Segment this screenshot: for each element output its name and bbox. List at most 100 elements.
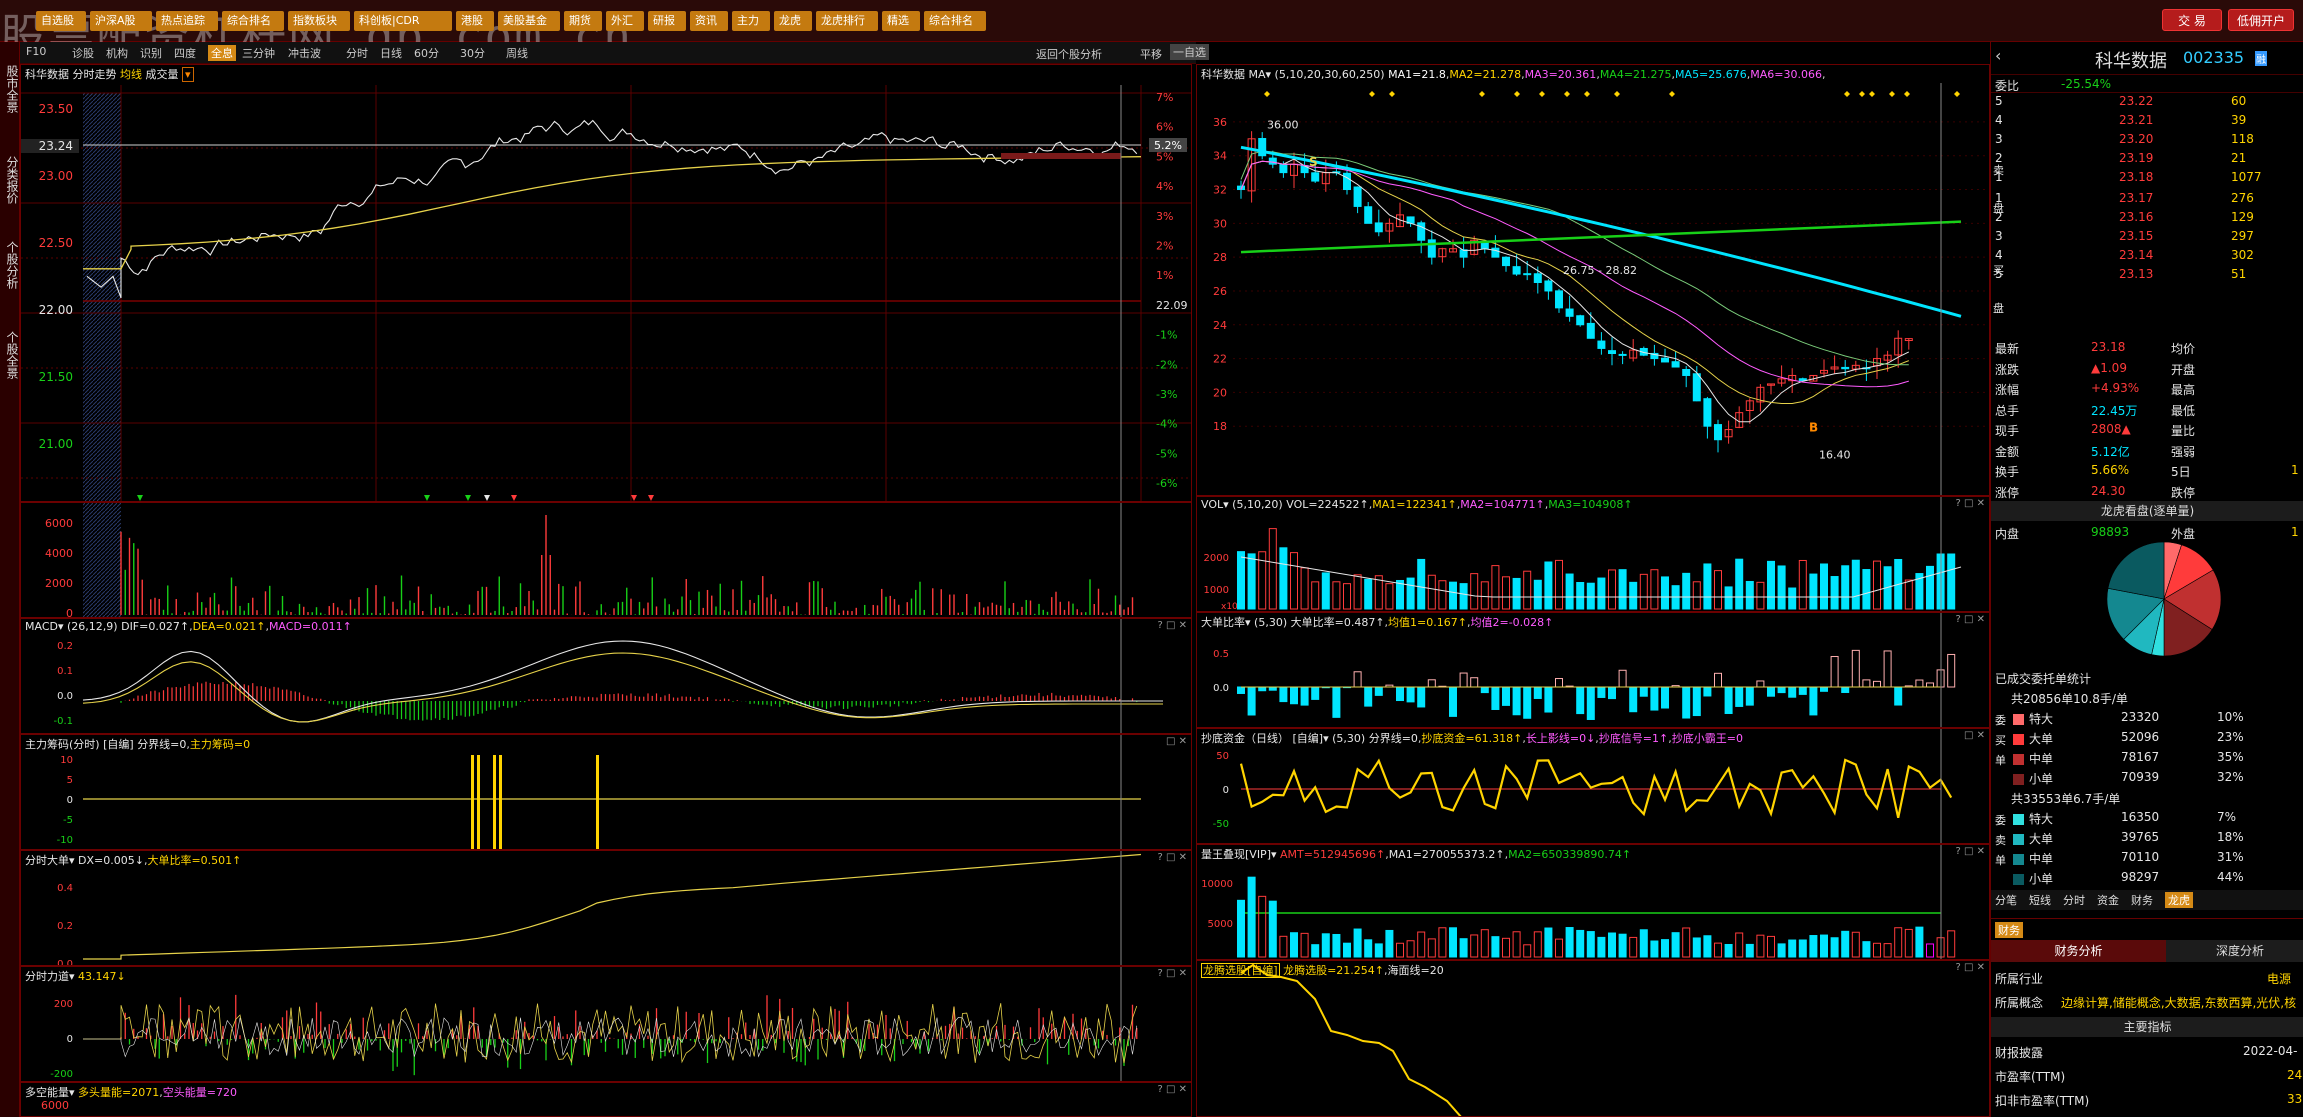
menu-item[interactable]: 龙虎 — [774, 11, 812, 31]
y-tick: 0.4 — [57, 883, 73, 894]
toolbar-item[interactable]: 诊股 — [72, 45, 94, 61]
toolbar-item[interactable]: 日线 — [380, 45, 402, 61]
intraday-volume-panel[interactable]: 6000 4000 2000 0 — [20, 502, 1192, 618]
toolbar-item[interactable]: 分时 — [346, 45, 368, 61]
dadan-bar — [1788, 686, 1797, 698]
kline-panel[interactable]: 科华数据 MA▾ (5,10,20,30,60,250) MA1=21.8,MA… — [1196, 64, 1990, 496]
vol-panel[interactable]: VOL▾ (5,10,20) VOL=224522↑,MA1=122341↑,M… — [1196, 496, 1990, 612]
candle-body — [1597, 340, 1606, 349]
vol-bar — [1724, 586, 1733, 610]
ask-price: 23.19 — [2119, 151, 2154, 165]
signal-marker — [484, 495, 490, 501]
fenshi-lidao-panel[interactable]: 分时力道▾ 43.147↓ ? □ ✕ 200 0 -200 — [20, 966, 1192, 1082]
menu-item[interactable]: 外汇 — [606, 11, 644, 31]
chaodi-panel[interactable]: 抄底资金（日线） [自编]▾ (5,30) 分界线=0,抄底资金=61.318↑… — [1196, 728, 1990, 844]
panel-close-icon[interactable]: ? □ ✕ — [1158, 1084, 1188, 1095]
toolbar-item[interactable]: 60分 — [414, 45, 439, 61]
lw-bar — [1279, 935, 1288, 958]
dadan-bar — [1576, 686, 1585, 715]
legend-swatch — [2013, 774, 2024, 785]
menu-item[interactable]: 资讯 — [690, 11, 728, 31]
zhuli-panel[interactable]: 主力筹码(分时) [自编] 分界线=0,主力筹码=0 □ ✕ 10 5 0 -5 -10 — [20, 734, 1192, 850]
menu-item[interactable]: 综合排名 — [924, 11, 986, 31]
left-tab[interactable]: 股市全景 — [2, 46, 19, 132]
dadan-bar — [1894, 686, 1903, 706]
watchlist-dropdown[interactable]: 一自选 — [1170, 44, 1209, 60]
cw-tab[interactable]: 财务 — [1995, 922, 2023, 938]
stat-value: 22.45万 — [2091, 403, 2138, 418]
intraday-price-panel[interactable]: 科华数据 分时走势 均线 成交量 ▾ 23.50 23.00 22.50 22.00 2… — [20, 64, 1192, 502]
left-tab[interactable]: 个股全景 — [2, 312, 19, 398]
menu-item[interactable]: 综合排名 — [222, 11, 284, 31]
lw-bar — [1629, 936, 1638, 958]
liangwang-panel[interactable]: 量王叠现[VIP]▾ AMT=512945696↑,MA1=270055373.… — [1196, 844, 1990, 960]
dadan-bar — [1777, 686, 1786, 694]
order-row: 小单 98297 44% — [1991, 870, 2303, 889]
lhkp-title: 龙虎看盘(逐单量) — [1991, 501, 2303, 521]
lw-bar — [1311, 944, 1320, 958]
ask-volume: 118 — [2231, 132, 2254, 146]
quote-tab[interactable]: 财务 — [2131, 892, 2153, 908]
subtab-financial[interactable]: 财务分析 — [1991, 940, 2166, 962]
menu-item[interactable]: 精选 — [882, 11, 920, 31]
kline-chart: 36 34 32 30 28 26 24 22 20 18 36.00 16.40 26.75 - 28… — [1213, 83, 1989, 495]
vol-bar — [1459, 583, 1468, 610]
dadan-bar — [1883, 650, 1892, 688]
duokong-header: 多空能量▾ 多头量能=2071,空头能量=720 — [25, 1086, 237, 1099]
menu-item[interactable]: 美股基金 — [498, 11, 560, 31]
menu-item[interactable]: 自选股 — [36, 11, 86, 31]
menu-item[interactable]: 港股 — [456, 11, 494, 31]
left-tab[interactable]: 个股分析 — [2, 222, 19, 308]
back-chevron-icon[interactable]: ‹ — [1995, 46, 2001, 65]
ask-volume: 1077 — [2231, 170, 2262, 184]
stat-label: 金额 — [1995, 444, 2020, 459]
quote-tab[interactable]: 分笔 — [1995, 892, 2017, 908]
toolbar-item[interactable]: 周线 — [506, 45, 528, 61]
toolbar-item[interactable]: 三分钟 — [242, 45, 275, 61]
toolbar-item[interactable]: 四度 — [174, 45, 196, 61]
menu-item[interactable]: 研报 — [648, 11, 686, 31]
menu-item[interactable]: 期货 — [564, 11, 602, 31]
subtab-deep[interactable]: 深度分析 — [2176, 940, 2303, 962]
side-label: 单 — [1995, 754, 2006, 767]
lw-bar — [1703, 935, 1712, 958]
candle-body — [1502, 256, 1510, 267]
dadan-panel[interactable]: 大单比率▾ (5,30) 大单比率=0.487↑,均值1=0.167↑,均值2=… — [1196, 612, 1990, 728]
menu-item[interactable]: 主力 — [732, 11, 770, 31]
quote-tab[interactable]: 资金 — [2097, 892, 2119, 908]
menu-item[interactable]: 热点追踪 — [156, 11, 218, 31]
candle-body — [1565, 308, 1574, 317]
pe-row: 市盈率(TTM) 24 — [1995, 1068, 2303, 1084]
toolbar-item[interactable]: 机构 — [106, 45, 128, 61]
fenshi-dadan-panel[interactable]: 分时大单▾ DX=0.005↓,大单比率=0.501↑ ? □ ✕ 0.4 0.2… — [20, 850, 1192, 966]
y-tick: 0.2 — [57, 921, 73, 932]
candle-body — [1692, 373, 1701, 402]
dadan-bar — [1523, 686, 1532, 719]
lw-bar — [1258, 895, 1267, 958]
menu-item[interactable]: 龙虎排行 — [816, 11, 878, 31]
duokong-panel[interactable]: 多空能量▾ 多头量能=2071,空头能量=720 ? □ ✕ 6000 — [20, 1082, 1192, 1117]
back-to-stock-analysis-link[interactable]: 返回个股分析 — [1036, 46, 1102, 62]
quote-tab[interactable]: 短线 — [2029, 892, 2051, 908]
macd-panel[interactable]: MACD▾ (26,12,9) DIF=0.027↑,DEA=0.021↑,MA… — [20, 618, 1192, 734]
order-kind: 中单 — [2029, 852, 2054, 866]
toolbar-item[interactable]: F10 — [26, 45, 46, 58]
menu-item[interactable]: 沪深A股 — [90, 11, 152, 31]
lw-bar — [1926, 943, 1934, 958]
dadan-bar — [1862, 679, 1871, 688]
quote-tab[interactable]: 龙虎 — [2165, 892, 2193, 908]
toolbar-item[interactable]: 识别 — [140, 45, 162, 61]
flat-button[interactable]: 平移 — [1140, 46, 1162, 62]
open-account-button[interactable]: 低佣开户 — [2228, 9, 2294, 31]
signal-diamond — [1889, 91, 1895, 97]
quote-tab[interactable]: 分时 — [2063, 892, 2085, 908]
toolbar-item[interactable]: 冲击波 — [288, 45, 321, 61]
menu-item[interactable]: 指数板块 — [288, 11, 350, 31]
menu-item[interactable]: 科创板|CDR — [354, 11, 452, 31]
longteng-panel[interactable]: 龙腾选股[自编] 龙腾选股=21.254↑,海面线=20 ? □ ✕ — [1196, 960, 1990, 1117]
left-tab[interactable]: 分类报价 — [2, 137, 19, 223]
trade-button[interactable]: 交 易 — [2162, 9, 2222, 31]
toolbar-item[interactable]: 30分 — [460, 45, 485, 61]
signal-diamond — [1614, 91, 1620, 97]
toolbar-item[interactable]: 全息 — [208, 45, 236, 61]
